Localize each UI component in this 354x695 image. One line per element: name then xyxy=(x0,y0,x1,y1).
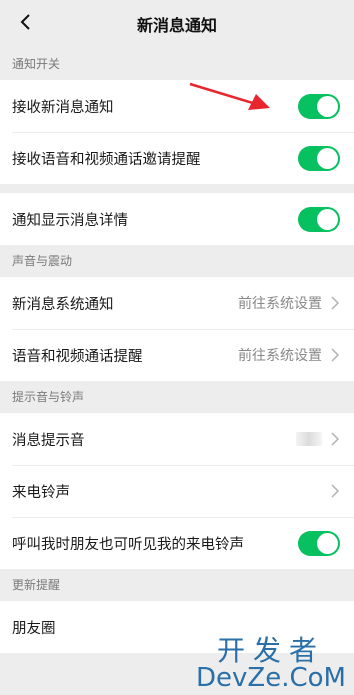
friends-hear-ringtone-row[interactable]: 呼叫我时朋友也可听见我的来电铃声 xyxy=(0,517,354,569)
sound-group: 新消息系统通知 前往系统设置 语音和视频通话提醒 前往系统设置 xyxy=(0,277,354,381)
toggle-knob xyxy=(317,147,338,169)
row-label: 来电铃声 xyxy=(12,484,70,501)
message-tone-row[interactable]: 消息提示音 xyxy=(0,413,354,465)
row-label: 通知显示消息详情 xyxy=(12,212,128,229)
row-label: 新消息系统通知 xyxy=(12,296,114,313)
back-button[interactable] xyxy=(12,8,40,36)
row-label: 呼叫我时朋友也可听见我的来电铃声 xyxy=(12,536,244,553)
watermark-bottom: DevZe.CoM xyxy=(196,663,346,693)
section-label-notify: 通知开关 xyxy=(12,57,61,71)
annotation-arrow-icon xyxy=(189,82,270,110)
row-value: 前往系统设置 xyxy=(238,296,322,312)
show-message-details-row[interactable]: 通知显示消息详情 xyxy=(0,193,354,245)
chevron-right-icon xyxy=(331,348,340,362)
show-message-details-toggle[interactable] xyxy=(298,206,340,232)
row-label: 接收语音和视频通话邀请提醒 xyxy=(12,151,201,168)
chevron-left-icon xyxy=(20,14,30,30)
section-label-tone: 提示音与铃声 xyxy=(12,390,85,404)
group-gap xyxy=(0,184,354,193)
page-title: 新消息通知 xyxy=(136,16,217,35)
watermark: 开发者 DevZe.CoM xyxy=(196,633,346,693)
call-reminder-row[interactable]: 语音和视频通话提醒 前往系统设置 xyxy=(0,329,354,381)
detail-group: 通知显示消息详情 xyxy=(0,193,354,245)
call-invite-reminder-toggle[interactable] xyxy=(298,145,340,171)
system-notification-row[interactable]: 新消息系统通知 前往系统设置 xyxy=(0,277,354,329)
chevron-right-icon xyxy=(331,296,340,310)
receive-notifications-row[interactable]: 接收新消息通知 xyxy=(0,80,354,132)
section-label-sound: 声音与震动 xyxy=(12,254,73,268)
receive-notifications-toggle[interactable] xyxy=(298,93,340,119)
friends-hear-ringtone-toggle[interactable] xyxy=(298,530,340,556)
row-label: 消息提示音 xyxy=(12,432,85,449)
call-invite-reminder-row[interactable]: 接收语音和视频通话邀请提醒 xyxy=(0,132,354,184)
blurred-value xyxy=(296,432,322,446)
toggle-knob xyxy=(317,208,338,230)
notify-group: 接收新消息通知 接收语音和视频通话邀请提醒 xyxy=(0,80,354,184)
watermark-top: 开发者 xyxy=(217,633,326,667)
row-value: 前往系统设置 xyxy=(238,348,322,364)
section-label-updates: 更新提醒 xyxy=(12,578,61,592)
toggle-knob xyxy=(317,95,338,117)
row-label: 语音和视频通话提醒 xyxy=(12,348,143,365)
chevron-right-icon xyxy=(331,484,340,498)
toggle-knob xyxy=(317,532,338,554)
navigation-bar: 新消息通知 xyxy=(0,0,354,48)
ringtone-row[interactable]: 来电铃声 xyxy=(0,465,354,517)
tone-group: 消息提示音 来电铃声 呼叫我时朋友也可听见我的来电铃声 xyxy=(0,413,354,569)
chevron-right-icon xyxy=(331,432,340,446)
